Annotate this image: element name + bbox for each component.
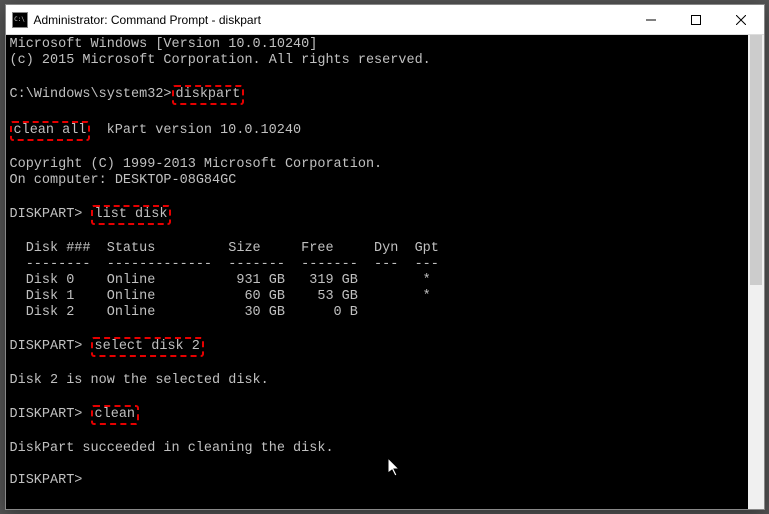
window-controls [629,5,764,34]
app-icon [12,12,28,28]
cmd-clean-all-highlight: clean all [10,121,91,141]
diskpart-version: kPart version 10.0.10240 [107,123,301,138]
msg-disk-selected: Disk 2 is now the selected disk. [10,373,269,388]
maximize-button[interactable] [674,5,719,34]
cmd-list-disk-highlight: list disk [91,205,172,225]
table-row: Disk 2 Online 30 GB 0 B [10,305,358,320]
terminal-area: Microsoft Windows [Version 10.0.10240] (… [6,35,764,509]
diskpart-prompt: DISKPART> [10,473,83,488]
diskpart-prompt: DISKPART> [10,339,83,354]
msg-clean-success: DiskPart succeeded in cleaning the disk. [10,441,334,456]
disk-table-header: Disk ### Status Size Free Dyn Gpt [10,241,439,256]
terminal-output[interactable]: Microsoft Windows [Version 10.0.10240] (… [6,35,748,509]
minimize-button[interactable] [629,5,674,34]
table-row: Disk 0 Online 931 GB 319 GB * [10,273,431,288]
diskpart-prompt: DISKPART> [10,407,83,422]
cmd-clean-highlight: clean [91,405,140,425]
diskpart-copyright: Copyright (C) 1999-2013 Microsoft Corpor… [10,157,383,172]
diskpart-prompt: DISKPART> [10,207,83,222]
cmd-select-disk-highlight: select disk 2 [91,337,204,357]
os-banner-1: Microsoft Windows [Version 10.0.10240] [10,37,318,52]
table-row: Disk 1 Online 60 GB 53 GB * [10,289,431,304]
vertical-scrollbar[interactable] [748,35,764,509]
close-button[interactable] [719,5,764,34]
prompt-path: C:\Windows\system32> [10,87,172,102]
window-title: Administrator: Command Prompt - diskpart [34,13,629,27]
cmd-diskpart-highlight: diskpart [172,85,245,105]
disk-table-divider: -------- ------------- ------- ------- -… [10,257,439,272]
scrollbar-thumb[interactable] [750,35,762,285]
title-bar[interactable]: Administrator: Command Prompt - diskpart [6,5,764,35]
diskpart-computer: On computer: DESKTOP-08G84GC [10,173,237,188]
command-prompt-window: Administrator: Command Prompt - diskpart… [5,4,765,510]
os-banner-2: (c) 2015 Microsoft Corporation. All righ… [10,53,431,68]
